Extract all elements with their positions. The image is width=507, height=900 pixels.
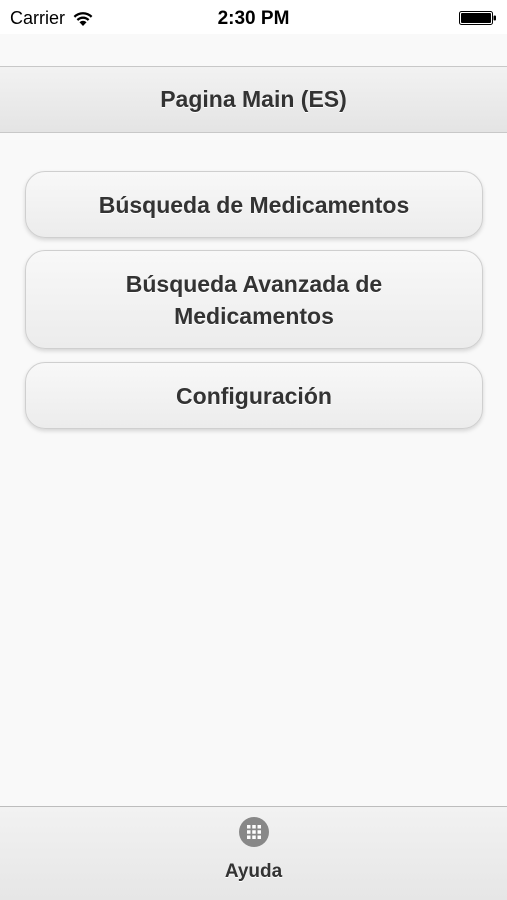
medication-search-button[interactable]: Búsqueda de Medicamentos [25,171,483,238]
medication-search-label: Búsqueda de Medicamentos [98,191,410,218]
status-time: 2:30 PM [217,8,290,29]
settings-button[interactable]: Configuración [25,362,483,429]
battery-icon [459,11,496,25]
page-title: Pagina Main (ES) [160,86,347,112]
status-bar: Carrier 2:30 PM [0,0,507,34]
main-content: Búsqueda de Medicamentos Búsqueda Avanza… [0,133,507,806]
tab-help[interactable]: Ayuda [2,807,505,899]
footer-navbar: Ayuda [0,806,507,900]
nav-spacer [0,34,507,66]
tab-help-label: Ayuda [224,861,283,882]
header-bar: Pagina Main (ES) [0,66,507,133]
grid-icon [238,817,269,847]
settings-label: Configuración [176,382,332,409]
grid-icon-glyph [246,825,261,839]
advanced-medication-search-button[interactable]: Búsqueda Avanzada de Medicamentos [25,250,483,349]
advanced-medication-search-label: Búsqueda Avanzada de Medicamentos [125,270,383,329]
